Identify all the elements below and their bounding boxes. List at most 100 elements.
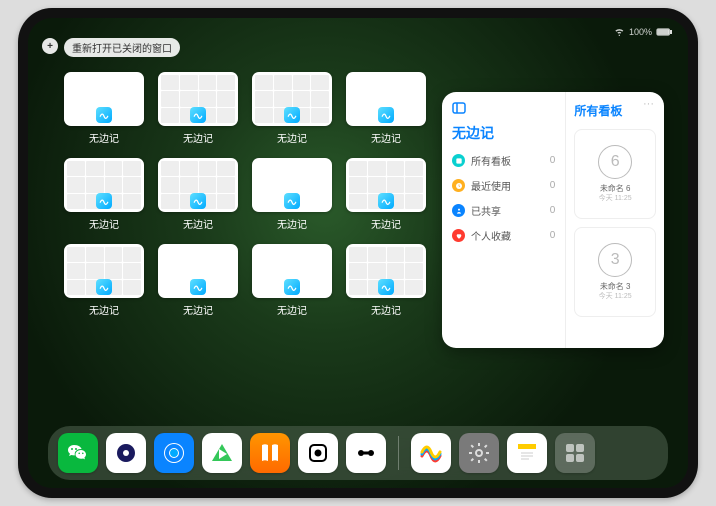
nav-count: 0 [550,230,556,241]
boards-list: 6 未命名 6今天 11:25 3 未命名 3今天 11:25 [574,129,656,317]
dock-freeform-icon[interactable] [411,433,451,473]
freeform-sidebar-panel: ··· 无边记 所有看板 0 最近使用 0 已共享 0 个人收藏 0 所有看板 6 未命名 6今… [442,92,664,348]
nav-icon [452,204,465,217]
freeform-icon [284,193,300,209]
battery-icon [656,28,672,36]
nav-item[interactable]: 个人收藏 0 [452,228,555,243]
freeform-icon [190,107,206,123]
battery-label: 100% [629,27,652,37]
app-tile-label: 无边记 [158,130,238,145]
app-tile-label: 无边记 [158,216,238,231]
app-thumbnail [64,158,144,212]
nav-label: 最近使用 [471,178,511,193]
app-tile-label: 无边记 [346,216,426,231]
freeform-icon [378,107,394,123]
dock-library-icon[interactable] [555,433,595,473]
dock-books-icon[interactable] [250,433,290,473]
nav-label: 所有看板 [471,153,511,168]
panel-left: 无边记 所有看板 0 最近使用 0 已共享 0 个人收藏 0 [442,92,566,348]
panel-nav-list: 所有看板 0 最近使用 0 已共享 0 个人收藏 0 [452,153,555,243]
wifi-icon [614,28,625,36]
freeform-icon [96,107,112,123]
dock-media-icon[interactable] [202,433,242,473]
app-thumbnail [346,158,426,212]
board-card[interactable]: 3 未命名 3今天 11:25 [574,227,656,317]
app-thumbnail [346,72,426,126]
nav-item[interactable]: 最近使用 0 [452,178,555,193]
nav-icon [452,179,465,192]
status-right: 100% [614,27,672,37]
top-chips: + 重新打开已关闭的窗口 [42,38,180,57]
app-tile[interactable]: 无边记 [346,72,426,146]
nav-count: 0 [550,180,556,191]
freeform-icon [190,193,206,209]
sidebar-icon [452,102,555,117]
nav-item[interactable]: 已共享 0 [452,203,555,218]
freeform-icon [378,193,394,209]
dock-wechat-icon[interactable] [58,433,98,473]
app-tile[interactable]: 无边记 [64,158,144,232]
dock-connect-icon[interactable] [346,433,386,473]
board-caption: 未命名 6今天 11:25 [599,184,632,204]
dock [48,426,668,480]
app-thumbnail [158,244,238,298]
dock-qqbrowser-icon[interactable] [154,433,194,473]
app-thumbnail [252,158,332,212]
app-thumbnail [64,244,144,298]
app-tile[interactable]: 无边记 [64,72,144,146]
app-tile[interactable]: 无边记 [346,244,426,318]
nav-count: 0 [550,155,556,166]
board-sketch: 3 [598,243,632,277]
freeform-icon [96,193,112,209]
dock-notes-icon[interactable] [507,433,547,473]
freeform-icon [190,279,206,295]
app-tile[interactable]: 无边记 [64,244,144,318]
app-thumbnail [252,72,332,126]
app-tile[interactable]: 无边记 [346,158,426,232]
app-tile-label: 无边记 [64,130,144,145]
reopen-closed-window-button[interactable]: 重新打开已关闭的窗口 [64,38,180,57]
app-tile[interactable]: 无边记 [158,158,238,232]
app-thumbnail [64,72,144,126]
nav-icon [452,154,465,167]
dock-settings-icon[interactable] [459,433,499,473]
nav-label: 个人收藏 [471,228,511,243]
app-tile[interactable]: 无边记 [252,158,332,232]
overflow-icon[interactable]: ··· [643,98,654,110]
app-thumbnail [252,244,332,298]
dock-divider [398,436,399,470]
app-tile-label: 无边记 [64,216,144,231]
dock-quark-icon[interactable] [106,433,146,473]
app-tile-label: 无边记 [252,216,332,231]
panel-right: 所有看板 6未命名 6今天 11:253未命名 3今天 11:25 [566,92,664,348]
screen: 100% + 重新打开已关闭的窗口 无边记无边记无边记无边记无边记无边记无边记无… [28,18,688,488]
board-caption: 未命名 3今天 11:25 [599,282,632,302]
app-switcher-grid: 无边记无边记无边记无边记无边记无边记无边记无边记无边记无边记无边记无边记 [64,72,426,318]
app-tile-label: 无边记 [252,130,332,145]
app-tile-label: 无边记 [252,302,332,317]
nav-count: 0 [550,205,556,216]
new-window-button[interactable]: + [42,38,58,54]
app-tile-label: 无边记 [64,302,144,317]
freeform-icon [284,279,300,295]
app-tile[interactable]: 无边记 [158,72,238,146]
app-tile-label: 无边记 [158,302,238,317]
nav-item[interactable]: 所有看板 0 [452,153,555,168]
app-tile[interactable]: 无边记 [158,244,238,318]
app-thumbnail [158,72,238,126]
app-tile[interactable]: 无边记 [252,244,332,318]
nav-label: 已共享 [471,203,501,218]
nav-icon [452,229,465,242]
board-card[interactable]: 6 未命名 6今天 11:25 [574,129,656,219]
board-sketch: 6 [598,145,632,179]
freeform-icon [378,279,394,295]
dock-dice-icon[interactable] [298,433,338,473]
ipad-device: 100% + 重新打开已关闭的窗口 无边记无边记无边记无边记无边记无边记无边记无… [18,8,698,498]
freeform-icon [284,107,300,123]
app-tile-label: 无边记 [346,302,426,317]
app-tile[interactable]: 无边记 [252,72,332,146]
app-thumbnail [346,244,426,298]
app-tile-label: 无边记 [346,130,426,145]
panel-title: 无边记 [452,123,555,143]
freeform-icon [96,279,112,295]
